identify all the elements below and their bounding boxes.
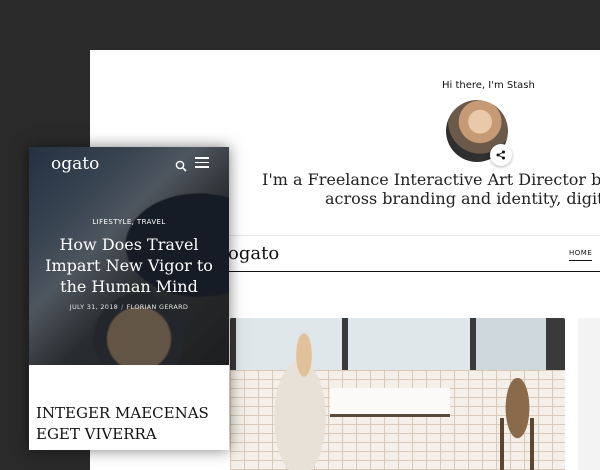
site-logo[interactable]: ogato [228, 243, 279, 264]
post-title[interactable]: How Does Travel Impart New Vigor to the … [39, 234, 219, 297]
nav-item-home[interactable]: HOME [569, 249, 593, 261]
share-icon[interactable] [490, 144, 512, 166]
hamburger-menu-icon[interactable] [195, 157, 209, 168]
featured-image[interactable] [230, 318, 565, 470]
photo-chair [490, 378, 545, 470]
photo-table [330, 388, 450, 417]
post-author[interactable]: FLORIAN GERARD [127, 303, 189, 311]
post-meta: JULY 31, 2018/FLORIAN GERARD [29, 303, 229, 311]
search-icon[interactable] [175, 157, 187, 172]
author-avatar-wrap [446, 100, 512, 166]
photo-person [260, 328, 340, 470]
mobile-preview: ogato LIFESTYLE, TRAVEL How Does Travel … [29, 147, 229, 450]
post-categories[interactable]: LIFESTYLE, TRAVEL [29, 218, 229, 226]
meta-separator: / [121, 303, 124, 311]
secondary-image[interactable] [578, 318, 600, 470]
greeting-text: Hi there, I'm Stash [442, 80, 535, 91]
post-date: JULY 31, 2018 [69, 303, 119, 311]
intro-text: I'm a Freelance Interactive Art Director… [262, 170, 600, 208]
intro-line-2: across branding and identity, digital an… [325, 189, 600, 208]
next-post-title[interactable]: INTEGER MAECENAS EGET VIVERRA [36, 403, 226, 445]
intro-line-1: I'm a Freelance Interactive Art Director… [262, 170, 600, 189]
mobile-logo[interactable]: ogato [51, 154, 99, 174]
